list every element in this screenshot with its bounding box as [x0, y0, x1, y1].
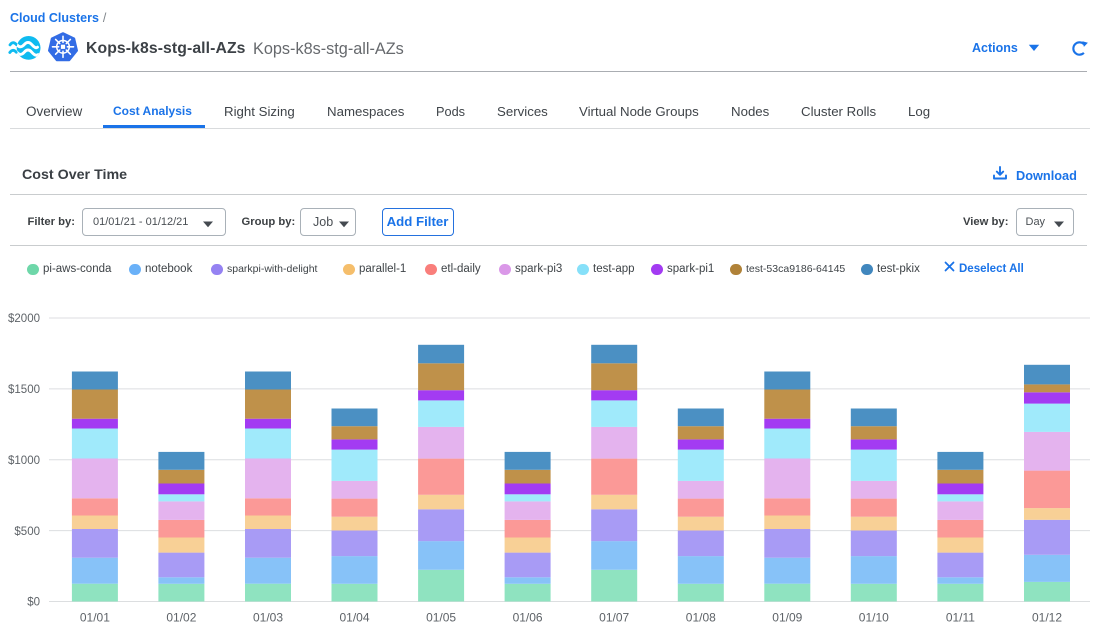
svg-text:01/12: 01/12 — [1032, 611, 1062, 625]
svg-text:$1000: $1000 — [8, 455, 40, 467]
svg-text:01/10: 01/10 — [859, 611, 889, 625]
svg-text:01/01: 01/01 — [80, 611, 110, 625]
svg-text:$500: $500 — [14, 526, 40, 538]
svg-text:$2000: $2000 — [8, 313, 40, 325]
svg-text:01/07: 01/07 — [599, 611, 629, 625]
svg-text:01/06: 01/06 — [513, 611, 543, 625]
svg-text:01/08: 01/08 — [686, 611, 716, 625]
svg-text:01/03: 01/03 — [253, 611, 283, 625]
svg-text:01/11: 01/11 — [946, 611, 975, 625]
svg-text:$1500: $1500 — [8, 384, 40, 396]
svg-text:01/09: 01/09 — [772, 611, 802, 625]
svg-text:01/05: 01/05 — [426, 611, 456, 625]
svg-text:01/02: 01/02 — [166, 611, 196, 625]
svg-text:01/04: 01/04 — [339, 611, 369, 625]
svg-text:$0: $0 — [27, 597, 40, 609]
